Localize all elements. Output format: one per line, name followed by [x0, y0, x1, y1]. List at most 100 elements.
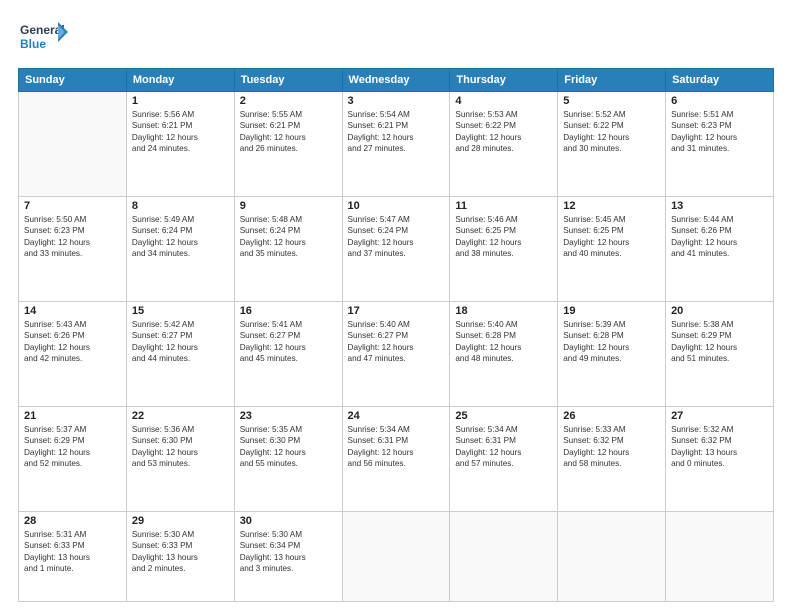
table-cell — [558, 511, 666, 601]
table-cell: 16 Sunrise: 5:41 AM Sunset: 6:27 PM Dayli… — [234, 301, 342, 406]
table-cell: 20 Sunrise: 5:38 AM Sunset: 6:29 PM Dayli… — [666, 301, 774, 406]
col-tuesday: Tuesday — [234, 69, 342, 92]
table-cell: 5 Sunrise: 5:52 AM Sunset: 6:22 PM Daylig… — [558, 92, 666, 197]
day-info: Sunrise: 5:35 AM Sunset: 6:30 PM Dayligh… — [240, 424, 337, 470]
day-info: Sunrise: 5:54 AM Sunset: 6:21 PM Dayligh… — [348, 109, 445, 155]
table-cell — [666, 511, 774, 601]
table-cell: 17 Sunrise: 5:40 AM Sunset: 6:27 PM Dayli… — [342, 301, 450, 406]
day-number: 5 — [563, 95, 660, 107]
table-cell: 12Sunrise: 5:45 AM Sunset: 6:25 PM Dayli… — [558, 196, 666, 301]
day-number: 27 — [671, 410, 768, 422]
day-number: 10 — [348, 200, 445, 212]
day-number: 28 — [24, 515, 121, 527]
table-cell: 29 Sunrise: 5:30 AM Sunset: 6:33 PM Dayli… — [126, 511, 234, 601]
day-info: Sunrise: 5:44 AM Sunset: 6:26 PM Dayligh… — [671, 214, 768, 260]
calendar-header-row: Sunday Monday Tuesday Wednesday Thursday… — [19, 69, 774, 92]
col-thursday: Thursday — [450, 69, 558, 92]
table-cell: 1 Sunrise: 5:56 AM Sunset: 6:21 PM Daylig… — [126, 92, 234, 197]
day-info: Sunrise: 5:55 AM Sunset: 6:21 PM Dayligh… — [240, 109, 337, 155]
day-number: 26 — [563, 410, 660, 422]
svg-text:General: General — [20, 23, 65, 37]
table-cell: 10Sunrise: 5:47 AM Sunset: 6:24 PM Dayli… — [342, 196, 450, 301]
table-cell: 19 Sunrise: 5:39 AM Sunset: 6:28 PM Dayli… — [558, 301, 666, 406]
day-number: 8 — [132, 200, 229, 212]
day-number: 7 — [24, 200, 121, 212]
day-info: Sunrise: 5:50 AM Sunset: 6:23 PM Dayligh… — [24, 214, 121, 260]
day-info: Sunrise: 5:53 AM Sunset: 6:22 PM Dayligh… — [455, 109, 552, 155]
day-number: 30 — [240, 515, 337, 527]
day-info: Sunrise: 5:40 AM Sunset: 6:27 PM Dayligh… — [348, 319, 445, 365]
col-sunday: Sunday — [19, 69, 127, 92]
col-saturday: Saturday — [666, 69, 774, 92]
table-cell: 23Sunrise: 5:35 AM Sunset: 6:30 PM Dayli… — [234, 406, 342, 511]
day-info: Sunrise: 5:56 AM Sunset: 6:21 PM Dayligh… — [132, 109, 229, 155]
day-number: 20 — [671, 305, 768, 317]
table-cell: 7 Sunrise: 5:50 AM Sunset: 6:23 PM Daylig… — [19, 196, 127, 301]
table-cell: 26 Sunrise: 5:33 AM Sunset: 6:32 PM Dayli… — [558, 406, 666, 511]
day-info: Sunrise: 5:45 AM Sunset: 6:25 PM Dayligh… — [563, 214, 660, 260]
day-info: Sunrise: 5:38 AM Sunset: 6:29 PM Dayligh… — [671, 319, 768, 365]
day-info: Sunrise: 5:49 AM Sunset: 6:24 PM Dayligh… — [132, 214, 229, 260]
day-number: 9 — [240, 200, 337, 212]
day-info: Sunrise: 5:52 AM Sunset: 6:22 PM Dayligh… — [563, 109, 660, 155]
table-cell: 6 Sunrise: 5:51 AM Sunset: 6:23 PM Daylig… — [666, 92, 774, 197]
day-info: Sunrise: 5:31 AM Sunset: 6:33 PM Dayligh… — [24, 529, 121, 575]
day-number: 11 — [455, 200, 552, 212]
table-cell: 13 Sunrise: 5:44 AM Sunset: 6:26 PM Dayli… — [666, 196, 774, 301]
day-info: Sunrise: 5:39 AM Sunset: 6:28 PM Dayligh… — [563, 319, 660, 365]
col-monday: Monday — [126, 69, 234, 92]
table-cell: 15 Sunrise: 5:42 AM Sunset: 6:27 PM Dayli… — [126, 301, 234, 406]
day-info: Sunrise: 5:36 AM Sunset: 6:30 PM Dayligh… — [132, 424, 229, 470]
day-info: Sunrise: 5:34 AM Sunset: 6:31 PM Dayligh… — [455, 424, 552, 470]
day-info: Sunrise: 5:51 AM Sunset: 6:23 PM Dayligh… — [671, 109, 768, 155]
table-cell: 9Sunrise: 5:48 AM Sunset: 6:24 PM Daylig… — [234, 196, 342, 301]
table-cell: 25 Sunrise: 5:34 AM Sunset: 6:31 PM Dayli… — [450, 406, 558, 511]
table-cell: 3 Sunrise: 5:54 AM Sunset: 6:21 PM Daylig… — [342, 92, 450, 197]
table-cell: 22 Sunrise: 5:36 AM Sunset: 6:30 PM Dayli… — [126, 406, 234, 511]
day-number: 4 — [455, 95, 552, 107]
day-number: 13 — [671, 200, 768, 212]
day-number: 17 — [348, 305, 445, 317]
day-number: 1 — [132, 95, 229, 107]
table-cell: 24 Sunrise: 5:34 AM Sunset: 6:31 PM Dayli… — [342, 406, 450, 511]
table-cell: 28 Sunrise: 5:31 AM Sunset: 6:33 PM Dayli… — [19, 511, 127, 601]
day-info: Sunrise: 5:40 AM Sunset: 6:28 PM Dayligh… — [455, 319, 552, 365]
table-cell: 11 Sunrise: 5:46 AM Sunset: 6:25 PM Dayli… — [450, 196, 558, 301]
day-number: 16 — [240, 305, 337, 317]
table-cell — [450, 511, 558, 601]
table-cell: 2 Sunrise: 5:55 AM Sunset: 6:21 PM Daylig… — [234, 92, 342, 197]
table-cell: 4 Sunrise: 5:53 AM Sunset: 6:22 PM Daylig… — [450, 92, 558, 197]
day-number: 19 — [563, 305, 660, 317]
day-number: 18 — [455, 305, 552, 317]
calendar-table: Sunday Monday Tuesday Wednesday Thursday… — [18, 68, 774, 602]
page: General Blue Sunday Monday Tuesday Wedne… — [0, 0, 792, 612]
logo: General Blue — [18, 18, 68, 60]
header: General Blue — [18, 18, 774, 60]
day-info: Sunrise: 5:30 AM Sunset: 6:33 PM Dayligh… — [132, 529, 229, 575]
svg-text:Blue: Blue — [20, 37, 46, 51]
day-number: 3 — [348, 95, 445, 107]
col-friday: Friday — [558, 69, 666, 92]
day-info: Sunrise: 5:46 AM Sunset: 6:25 PM Dayligh… — [455, 214, 552, 260]
table-cell: 14Sunrise: 5:43 AM Sunset: 6:26 PM Dayli… — [19, 301, 127, 406]
day-number: 22 — [132, 410, 229, 422]
day-info: Sunrise: 5:42 AM Sunset: 6:27 PM Dayligh… — [132, 319, 229, 365]
day-info: Sunrise: 5:37 AM Sunset: 6:29 PM Dayligh… — [24, 424, 121, 470]
logo-svg: General Blue — [18, 18, 68, 60]
day-number: 29 — [132, 515, 229, 527]
day-number: 6 — [671, 95, 768, 107]
day-number: 21 — [24, 410, 121, 422]
col-wednesday: Wednesday — [342, 69, 450, 92]
day-number: 24 — [348, 410, 445, 422]
day-info: Sunrise: 5:41 AM Sunset: 6:27 PM Dayligh… — [240, 319, 337, 365]
day-number: 15 — [132, 305, 229, 317]
table-cell: 27 Sunrise: 5:32 AM Sunset: 6:32 PM Dayli… — [666, 406, 774, 511]
day-info: Sunrise: 5:32 AM Sunset: 6:32 PM Dayligh… — [671, 424, 768, 470]
day-info: Sunrise: 5:34 AM Sunset: 6:31 PM Dayligh… — [348, 424, 445, 470]
day-info: Sunrise: 5:33 AM Sunset: 6:32 PM Dayligh… — [563, 424, 660, 470]
day-info: Sunrise: 5:43 AM Sunset: 6:26 PM Dayligh… — [24, 319, 121, 365]
table-cell: 21 Sunrise: 5:37 AM Sunset: 6:29 PM Dayli… — [19, 406, 127, 511]
table-cell — [342, 511, 450, 601]
day-number: 25 — [455, 410, 552, 422]
day-number: 2 — [240, 95, 337, 107]
